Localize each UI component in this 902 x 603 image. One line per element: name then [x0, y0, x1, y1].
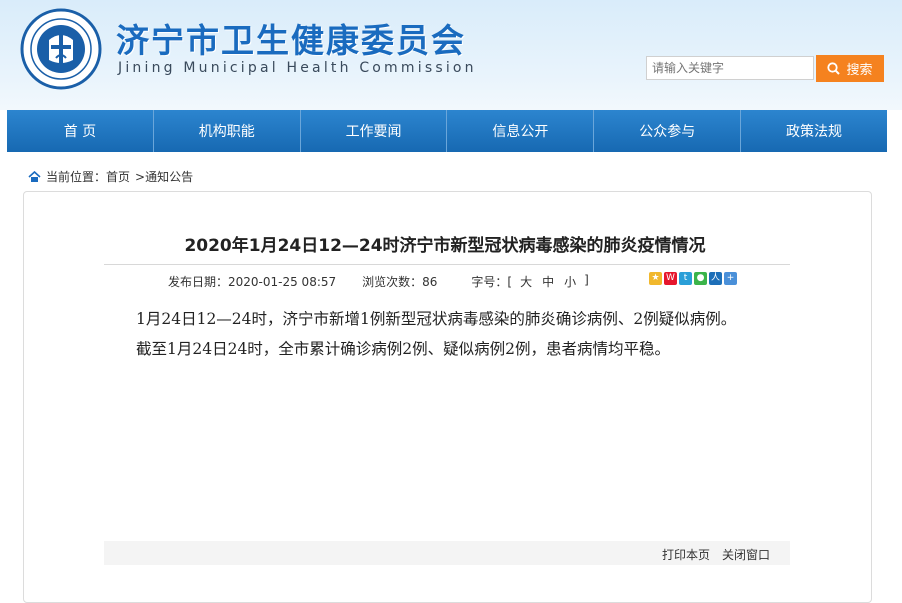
font-size-label: 字号：[: [471, 275, 513, 289]
nav-item-functions[interactable]: 机构职能: [154, 110, 301, 152]
breadcrumb-current[interactable]: >通知公告: [135, 168, 193, 185]
health-commission-logo: [20, 8, 102, 90]
breadcrumb-home-link[interactable]: 首页: [106, 168, 130, 185]
font-size-medium[interactable]: 中: [542, 273, 554, 290]
main-nav: 首 页 机构职能 工作要闻 信息公开 公众参与 政策法规: [7, 110, 887, 152]
nav-item-info-disclosure[interactable]: 信息公开: [447, 110, 595, 152]
publish-date: 发布日期：2020-01-25 08:57: [168, 275, 337, 289]
nav-item-home[interactable]: 首 页: [7, 110, 154, 152]
search-icon: [827, 62, 841, 75]
more-share-icon[interactable]: +: [724, 272, 737, 285]
search-input[interactable]: [646, 56, 814, 80]
article-paragraph: 1月24日12—24时，济宁市新增1例新型冠状病毒感染的肺炎确诊病例、2例疑似病…: [136, 310, 737, 328]
search-button[interactable]: 搜索: [816, 55, 884, 82]
font-size-close: ]: [584, 273, 589, 287]
title-divider: [104, 264, 790, 265]
site-header: 济宁市卫生健康委员会 Jining Municipal Health Commi…: [0, 0, 902, 110]
nav-item-news[interactable]: 工作要闻: [301, 110, 448, 152]
article-paragraph: 截至1月24日24时，全市累计确诊病例2例、疑似病例2例，患者病情均平稳。: [136, 340, 671, 358]
weibo-share-icon[interactable]: W: [664, 272, 677, 285]
search-button-label: 搜索: [846, 63, 873, 78]
nav-item-policies[interactable]: 政策法规: [741, 110, 887, 152]
close-window-link[interactable]: 关闭窗口: [722, 546, 770, 563]
home-icon: [28, 170, 41, 182]
article-title: 2020年1月24日12—24时济宁市新型冠状病毒感染的肺炎疫情情况: [184, 236, 706, 256]
wechat-share-icon[interactable]: ●: [694, 272, 707, 285]
renren-share-icon[interactable]: 人: [709, 272, 722, 285]
print-page-link[interactable]: 打印本页: [662, 546, 710, 563]
breadcrumb: 当前位置： 首页 >通知公告: [28, 168, 193, 185]
site-subtitle: Jining Municipal Health Commission: [118, 60, 477, 76]
breadcrumb-prefix: 当前位置：: [46, 170, 107, 184]
article-footer: 打印本页 关闭窗口: [104, 541, 790, 565]
share-bar: ★ W t ● 人 +: [649, 272, 737, 285]
nav-item-public-participation[interactable]: 公众参与: [594, 110, 742, 152]
font-size-large[interactable]: 大: [520, 273, 532, 290]
tencent-weibo-share-icon[interactable]: t: [679, 272, 692, 285]
article-body: 1月24日12—24时，济宁市新增1例新型冠状病毒感染的肺炎确诊病例、2例疑似病…: [136, 304, 796, 364]
article-meta: 发布日期：2020-01-25 08:57 浏览次数：86 字号：[ 大 中 小…: [168, 273, 589, 290]
qzone-share-icon[interactable]: ★: [649, 272, 662, 285]
font-size-small[interactable]: 小: [564, 273, 576, 290]
site-title: 济宁市卫生健康委员会: [116, 21, 466, 60]
view-count: 浏览次数：86: [362, 275, 438, 289]
